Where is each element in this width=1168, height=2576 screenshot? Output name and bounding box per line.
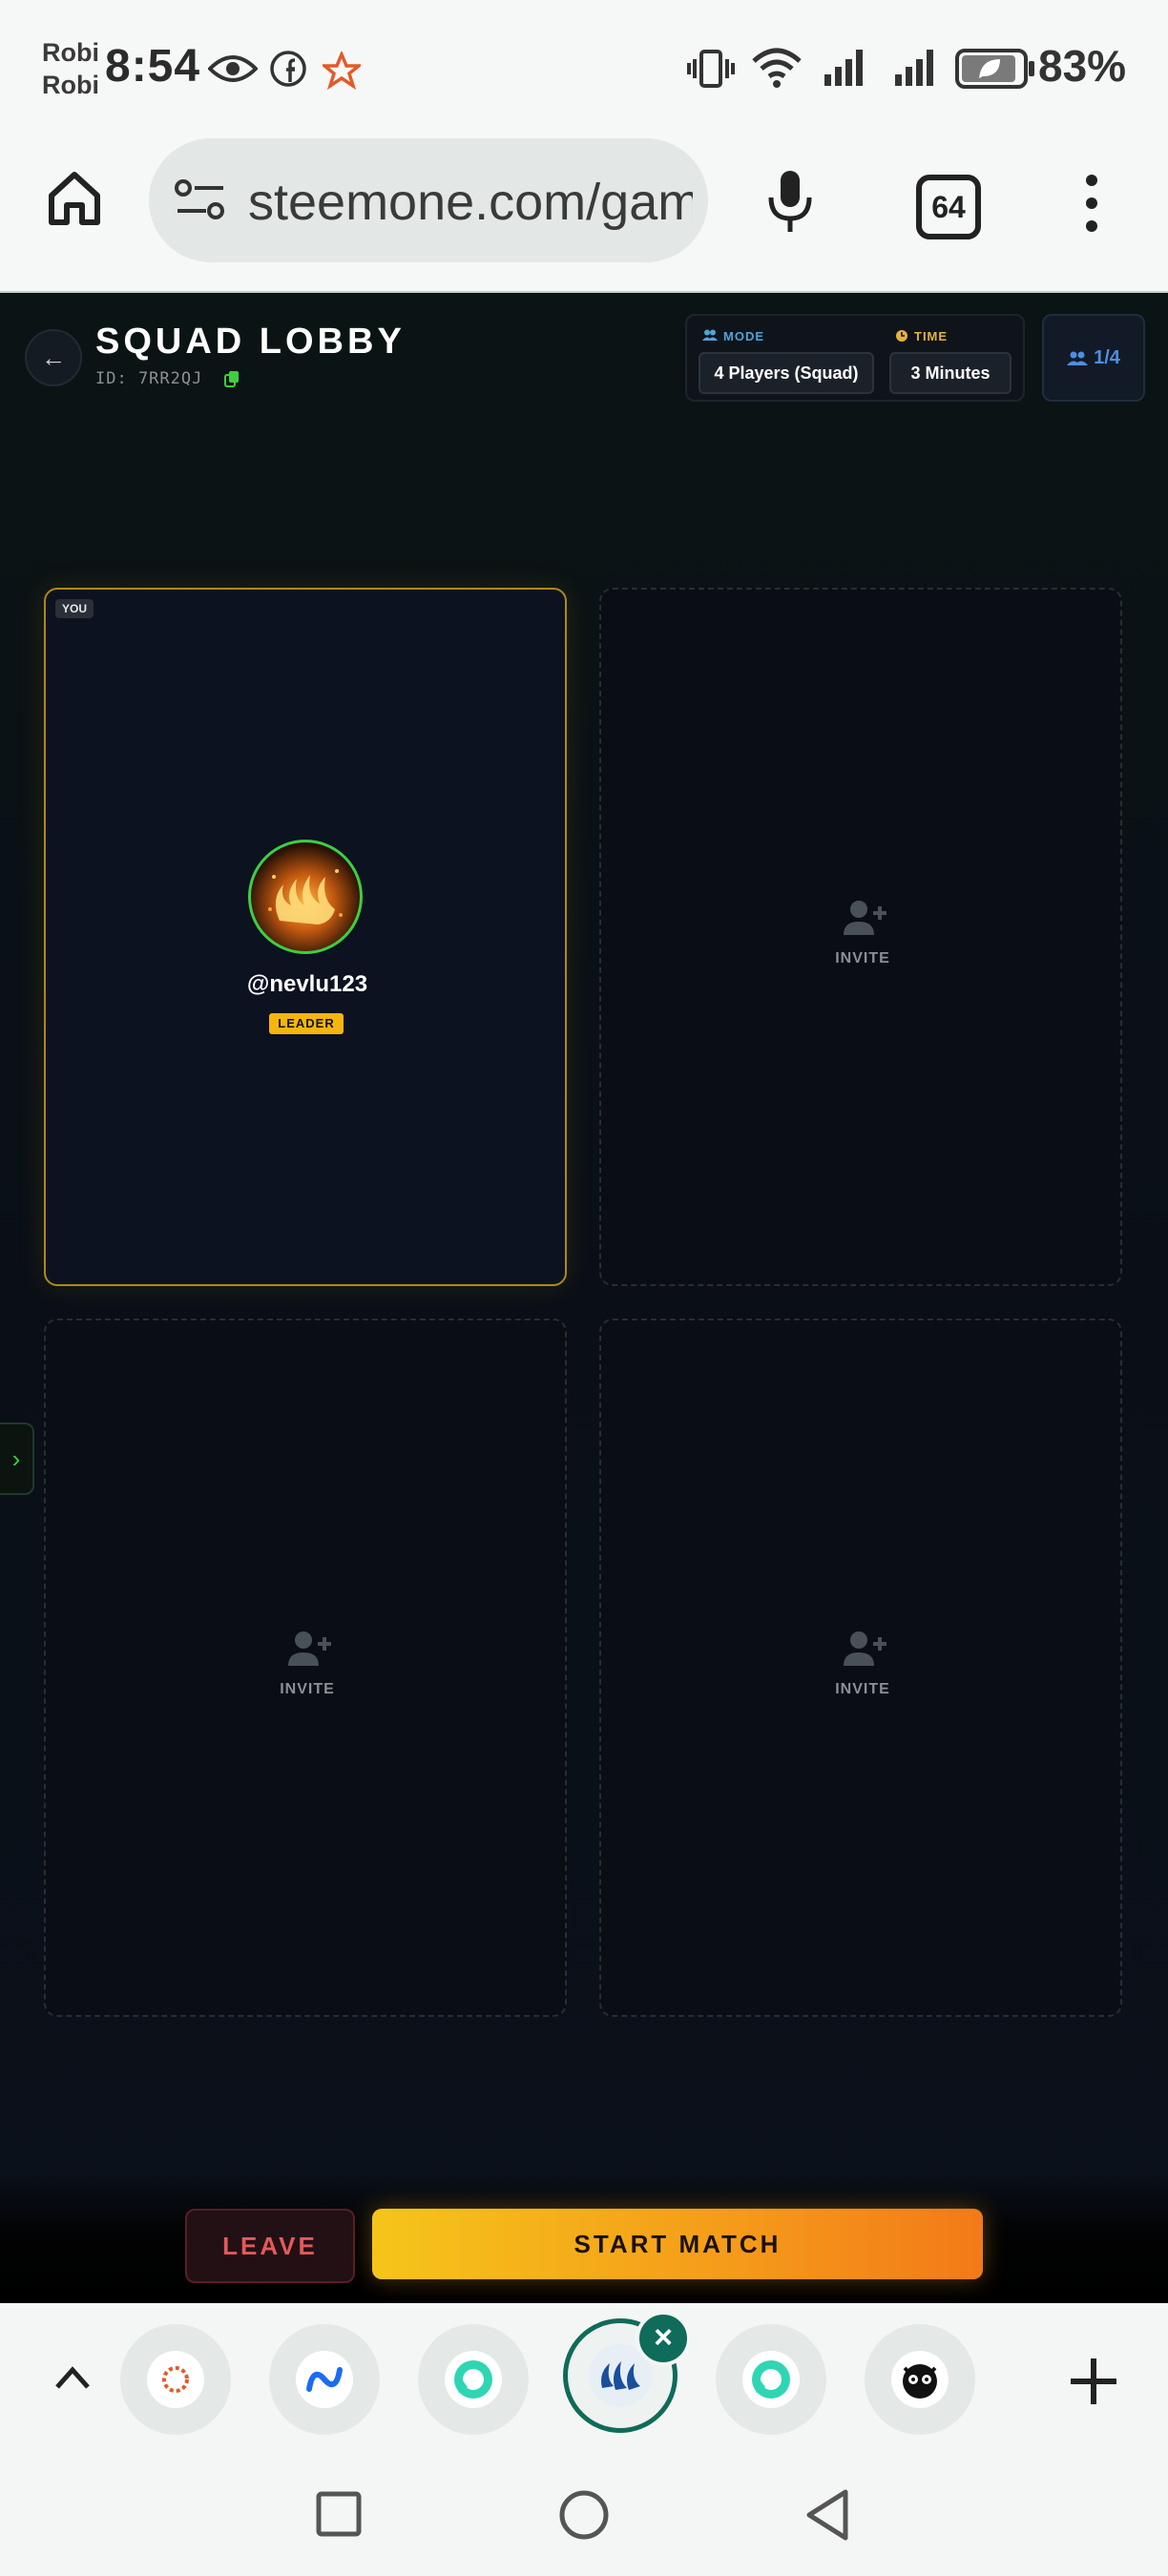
meta-icon	[296, 2351, 353, 2408]
steem-logo-icon	[268, 869, 343, 924]
mic-icon[interactable]	[763, 167, 817, 236]
leave-button[interactable]: LEAVE	[185, 2209, 355, 2283]
back-nav-icon[interactable]	[803, 2488, 851, 2542]
eye-icon	[208, 55, 258, 82]
player-count-text: 1/4	[1094, 347, 1120, 368]
time-label: TIME	[914, 329, 949, 343]
owl-icon	[891, 2351, 949, 2408]
system-nav-bar	[0, 2452, 1168, 2576]
app-bubble-2[interactable]	[269, 2324, 380, 2435]
browser-toolbar: steemone.com/gam 64	[0, 138, 1168, 293]
url-text: steemone.com/gam	[248, 174, 693, 231]
avatar	[248, 840, 363, 954]
back-button[interactable]: ←	[25, 329, 82, 386]
invite-label: INVITE	[280, 1681, 335, 1697]
wifi-icon	[752, 48, 802, 88]
invite-label: INVITE	[835, 1681, 890, 1697]
users-icon	[702, 329, 718, 341]
carrier-1: Robi	[42, 38, 99, 67]
app-bubble-1[interactable]	[120, 2324, 231, 2435]
time-select[interactable]: 3 Minutes	[889, 352, 1012, 394]
plus-icon[interactable]	[1067, 2355, 1120, 2408]
address-bar[interactable]: steemone.com/gam	[149, 138, 708, 262]
clock-icon	[896, 330, 907, 342]
copy-icon[interactable]	[223, 370, 240, 387]
owl-bubble[interactable]	[865, 2324, 975, 2435]
you-badge: YOU	[55, 599, 94, 618]
add-person-icon	[288, 1631, 331, 1666]
recents-icon[interactable]	[315, 2490, 363, 2538]
chevron-up-icon[interactable]	[53, 2362, 92, 2391]
bubble-dock: ×	[0, 2303, 1168, 2452]
home-nav-icon[interactable]	[557, 2488, 611, 2542]
start-match-button[interactable]: START MATCH	[372, 2209, 983, 2279]
clock: 8:54	[105, 41, 201, 92]
app-bubble-5[interactable]	[716, 2324, 826, 2435]
facebook-icon	[270, 51, 306, 87]
users-icon	[1067, 351, 1089, 365]
signal-icon	[895, 50, 933, 86]
invite-label: INVITE	[835, 950, 890, 966]
battery-saver-icon	[955, 49, 1034, 89]
app-bubble-5-icon	[742, 2351, 800, 2408]
invite-slot-3[interactable]: INVITE	[44, 1319, 567, 2017]
match-settings: MODE 4 Players (Squad) TIME 3 Minutes	[685, 314, 1025, 402]
invite-slot-4[interactable]: INVITE	[599, 1319, 1122, 2017]
lobby-id: ID: 7RR2QJ	[95, 369, 240, 388]
arrow-left-icon: ←	[41, 343, 66, 372]
game-app: ← SQUAD LOBBY ID: 7RR2QJ MODE 4 Players …	[0, 293, 1168, 2303]
leader-badge: LEADER	[269, 1013, 344, 1034]
add-person-icon	[844, 901, 886, 935]
app-bubble-3-icon	[445, 2351, 502, 2408]
more-icon[interactable]	[1078, 173, 1105, 234]
player-username: @nevlu123	[246, 971, 368, 997]
invite-slot-2[interactable]: INVITE	[599, 588, 1122, 1286]
carrier-2: Robi	[42, 71, 99, 99]
chevron-right-icon: ›	[11, 1444, 21, 1473]
lobby-id-text: ID: 7RR2QJ	[95, 369, 203, 388]
action-bar: LEAVE START MATCH	[0, 2172, 1168, 2303]
carrier-names: Robi Robi	[42, 36, 99, 101]
page-title: SQUAD LOBBY	[95, 322, 406, 362]
add-person-icon	[844, 1631, 886, 1666]
status-bar: Robi Robi 8:54 83%	[0, 0, 1168, 138]
mode-select[interactable]: 4 Players (Squad)	[699, 352, 874, 394]
mode-label: MODE	[723, 329, 764, 343]
tabs-button[interactable]: 64	[916, 175, 981, 239]
vibrate-icon	[687, 50, 735, 88]
app-bubble-1-icon	[147, 2351, 204, 2408]
side-drawer-toggle[interactable]: ›	[0, 1423, 34, 1495]
app-bubble-3[interactable]	[418, 2324, 529, 2435]
player-slot-1: YOU @nevlu123 LEADER	[44, 588, 567, 1286]
close-icon: ×	[654, 2319, 673, 2356]
battery-percent: 83%	[1038, 41, 1127, 91]
site-settings-icon[interactable]	[174, 178, 227, 222]
star-icon	[323, 52, 361, 90]
close-bubble-button[interactable]: ×	[636, 2311, 691, 2366]
signal-icon	[824, 50, 863, 86]
player-count: 1/4	[1042, 314, 1145, 402]
home-icon[interactable]	[44, 167, 105, 228]
